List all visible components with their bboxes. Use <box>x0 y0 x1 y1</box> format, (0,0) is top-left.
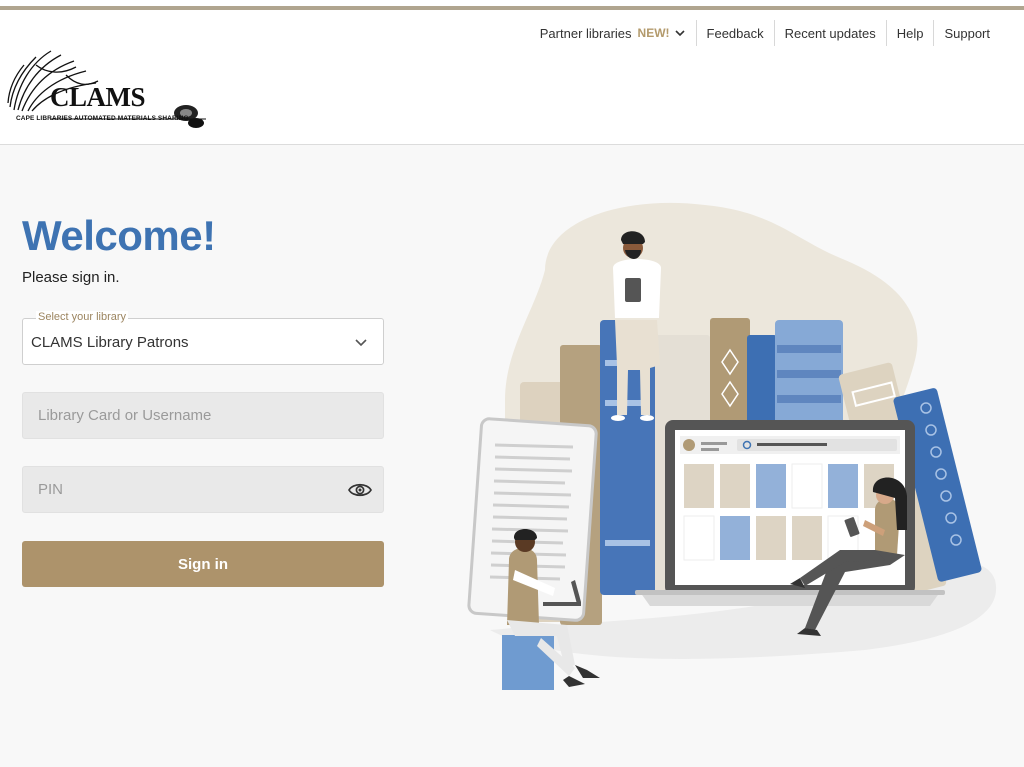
site-header: Partner libraries NEW! Feedback Recent u… <box>0 10 1024 145</box>
eye-icon[interactable] <box>348 481 372 499</box>
chevron-down-icon <box>674 30 685 37</box>
top-bar <box>0 0 1024 10</box>
help-link[interactable]: Help <box>885 20 934 46</box>
library-select-value: CLAMS Library Patrons <box>31 334 189 351</box>
library-card-field[interactable] <box>22 392 384 439</box>
clams-logo[interactable]: CLAMS CAPE LIBRARIES AUTOMATED MATERIALS… <box>6 45 216 130</box>
partner-libraries-label: Partner libraries <box>539 25 632 41</box>
reading-illustration <box>467 202 997 690</box>
page-title: Welcome! <box>22 212 216 259</box>
new-badge: NEW! <box>637 26 670 40</box>
sign-in-button[interactable]: Sign in <box>22 541 384 587</box>
chevron-down-icon <box>355 339 367 347</box>
logo-tagline: CAPE LIBRARIES AUTOMATED MATERIALS SHARI… <box>16 115 189 122</box>
feedback-link[interactable]: Feedback <box>695 20 774 46</box>
page-subtitle: Please sign in. <box>22 269 120 286</box>
recent-updates-link[interactable]: Recent updates <box>773 20 886 46</box>
pin-field[interactable] <box>22 466 384 513</box>
library-select[interactable]: CLAMS Library Patrons <box>22 318 384 365</box>
logo-wordmark: CLAMS <box>50 82 146 112</box>
library-select-label: Select your library <box>36 311 129 323</box>
support-link[interactable]: Support <box>933 20 1000 46</box>
utility-nav: Partner libraries NEW! Feedback Recent u… <box>530 20 1000 46</box>
main-content: Welcome! Please sign in. CLAMS Library P… <box>0 146 1024 767</box>
partner-libraries-menu[interactable]: Partner libraries NEW! <box>530 20 696 46</box>
